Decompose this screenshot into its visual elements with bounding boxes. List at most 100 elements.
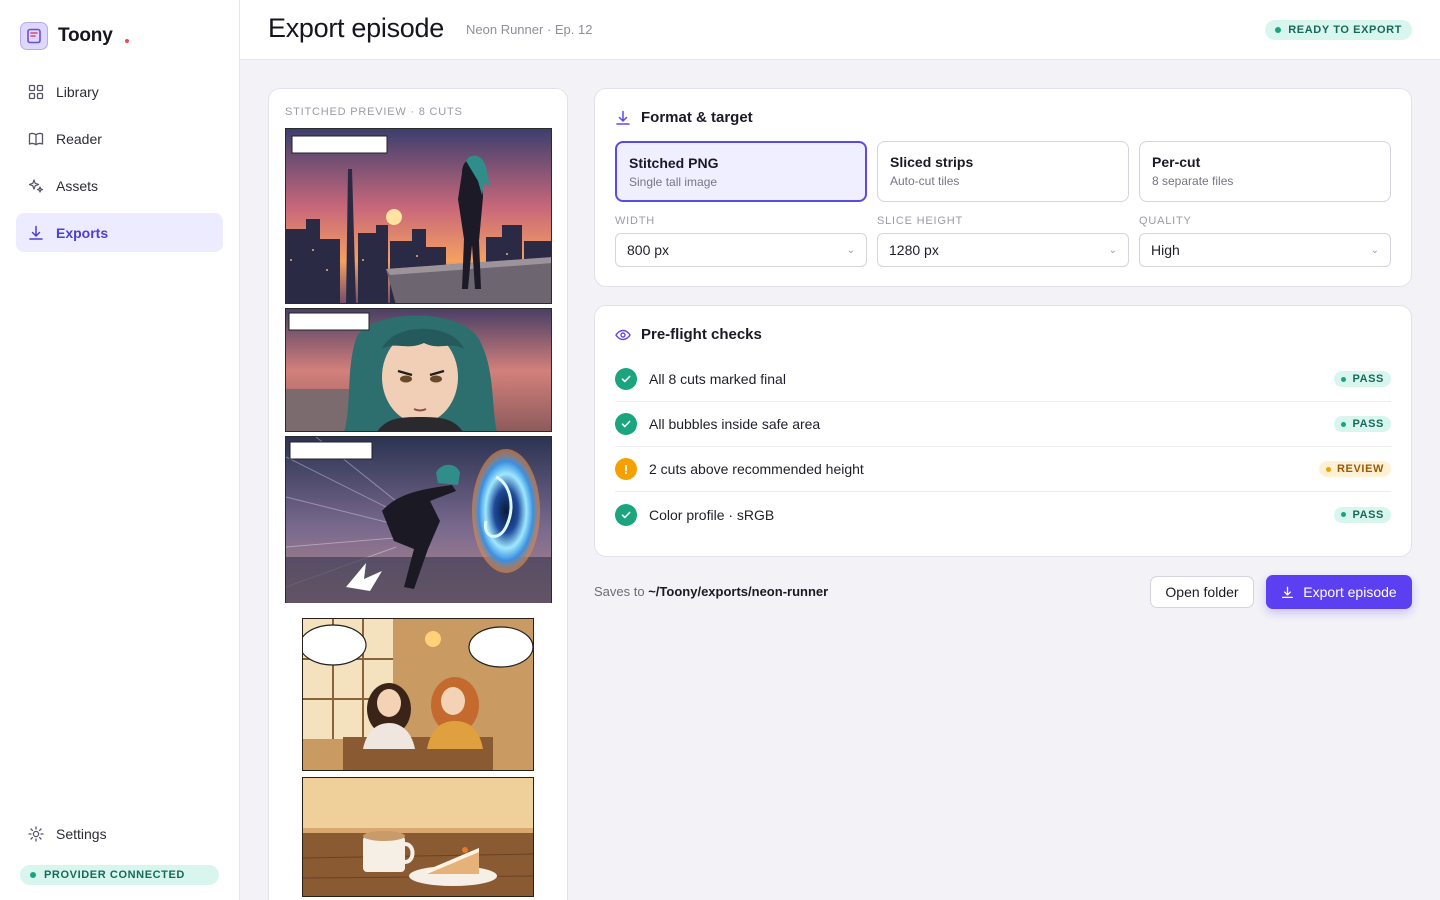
status-label: PASS	[1352, 373, 1384, 385]
export-episode-label: Export episode	[1303, 584, 1397, 600]
main-nav: Library Reader Assets Exports	[16, 72, 223, 260]
export-status-badge: READY TO EXPORT	[1265, 20, 1412, 40]
format-option-title: Sliced strips	[890, 154, 974, 170]
warning-icon: !	[615, 458, 637, 480]
download-icon	[29, 225, 43, 240]
format-card-title: Format & target	[641, 109, 753, 126]
export-status-label: READY TO EXPORT	[1288, 24, 1402, 36]
sidebar-item-reader[interactable]: Reader	[16, 119, 223, 158]
brand-dot	[124, 39, 129, 43]
check-text: 2 cuts above recommended height	[649, 461, 864, 477]
sidebar-item-assets[interactable]: Assets	[16, 166, 223, 205]
chevron-down-icon: ⌄	[1108, 244, 1117, 256]
export-episode-button[interactable]: Export episode	[1266, 575, 1412, 609]
quality-value: High	[1151, 242, 1180, 258]
eye-icon	[615, 329, 631, 340]
format-option-title: Per-cut	[1152, 154, 1201, 170]
sidebar-item-label: Settings	[56, 825, 107, 842]
preview-cut-4[interactable]	[302, 618, 534, 771]
status-dot-icon	[1341, 512, 1347, 517]
width-label: WIDTH	[615, 215, 656, 227]
width-value: 800 px	[627, 242, 670, 258]
check-row: All bubbles inside safe area PASS	[615, 402, 1391, 447]
slice-height-value: 1280 px	[889, 242, 939, 258]
chevron-down-icon: ⌄	[846, 244, 855, 256]
sidebar-item-label: Reader	[56, 130, 102, 147]
save-location-prefix: Saves to	[594, 584, 645, 599]
status-dot-icon	[1326, 466, 1331, 472]
check-pass-icon	[615, 368, 637, 390]
slice-height-label: SLICE HEIGHT	[877, 215, 964, 227]
status-badge: PASS	[1334, 371, 1391, 387]
sidebar: Toony Library Reader Assets Exports Sett…	[0, 0, 240, 900]
download-icon	[1282, 586, 1294, 598]
preflight-card-title: Pre-flight checks	[641, 326, 762, 343]
provider-status-badge: PROVIDER CONNECTED	[20, 865, 219, 885]
slice-height-select[interactable]: 1280 px ⌄	[877, 233, 1129, 267]
format-option-stitched-png[interactable]: Stitched PNG Single tall image	[615, 141, 867, 202]
sidebar-item-label: Assets	[56, 177, 99, 194]
check-row: Color profile · sRGB PASS	[615, 492, 1391, 537]
format-target-card: Format & target Stitched PNG Single tall…	[594, 88, 1412, 287]
coffee-cake-illustration	[303, 778, 533, 896]
format-option-subtitle: Single tall image	[629, 175, 718, 189]
page-title: Export episode	[268, 13, 444, 43]
open-folder-button[interactable]: Open folder	[1150, 576, 1254, 608]
width-select[interactable]: 800 px ⌄	[615, 233, 867, 267]
status-dot-icon	[1275, 27, 1282, 33]
preview-cut-5[interactable]	[302, 777, 534, 897]
sidebar-item-settings[interactable]: Settings	[16, 814, 223, 853]
format-option-subtitle: 8 separate files	[1152, 174, 1234, 188]
preview-cut-group-cafe	[285, 603, 552, 900]
check-pass-icon	[615, 503, 637, 526]
sidebar-item-exports[interactable]: Exports	[16, 213, 223, 252]
save-location: Saves to ~/Toony/exports/neon-runner	[594, 584, 828, 599]
preview-label: STITCHED PREVIEW · 8 CUTS	[285, 106, 463, 118]
format-option-subtitle: Auto-cut tiles	[890, 174, 960, 188]
stitched-preview[interactable]: STITCHED PREVIEW · 8 CUTS	[268, 88, 568, 900]
episode-subtitle: Neon Runner · Ep. 12	[466, 22, 593, 37]
format-option-per-cut[interactable]: Per-cut 8 separate files	[1139, 141, 1391, 202]
toony-logo-icon	[20, 22, 48, 50]
check-row: All 8 cuts marked final PASS	[615, 357, 1391, 402]
provider-status-label: PROVIDER CONNECTED	[44, 869, 185, 881]
format-option-title: Stitched PNG	[629, 155, 719, 171]
preview-cut-3[interactable]	[285, 436, 552, 604]
check-row: ! 2 cuts above recommended height REVIEW	[615, 447, 1391, 492]
chevron-down-icon: ⌄	[1370, 244, 1379, 256]
book-icon	[28, 132, 44, 145]
gear-icon	[28, 825, 44, 842]
sidebar-item-label: Exports	[56, 224, 109, 241]
brand[interactable]: Toony	[20, 22, 129, 50]
check-text: Color profile · sRGB	[649, 506, 775, 523]
status-dot-icon	[1341, 421, 1347, 427]
sidebar-item-library[interactable]: Library	[16, 72, 223, 111]
preview-cut-2[interactable]	[285, 308, 552, 432]
check-text: All bubbles inside safe area	[649, 416, 821, 432]
preview-cut-1[interactable]	[285, 128, 552, 304]
preflight-checks-card: Pre-flight checks All 8 cuts marked fina…	[594, 305, 1412, 557]
status-dot-icon	[1341, 376, 1347, 382]
sidebar-item-label: Library	[56, 83, 99, 100]
city-sunset-illustration	[286, 129, 551, 303]
cafe-conversation-illustration	[303, 619, 533, 770]
quality-select[interactable]: High ⌄	[1139, 233, 1391, 267]
download-icon	[616, 110, 630, 125]
quality-label: QUALITY	[1139, 215, 1192, 227]
check-text: All 8 cuts marked final	[649, 371, 786, 387]
app-name: Toony	[58, 25, 113, 46]
status-badge: PASS	[1334, 506, 1391, 523]
preflight-card-header: Pre-flight checks	[615, 326, 762, 343]
save-location-path: ~/Toony/exports/neon-runner	[648, 584, 829, 599]
format-option-sliced-strips[interactable]: Sliced strips Auto-cut tiles	[877, 141, 1129, 202]
format-card-header: Format & target	[615, 109, 753, 126]
action-portal-illustration	[286, 437, 551, 603]
check-pass-icon	[615, 413, 637, 435]
status-label: REVIEW	[1337, 463, 1384, 475]
settings-section: Settings	[16, 814, 223, 861]
open-folder-label: Open folder	[1165, 584, 1239, 600]
character-closeup-illustration	[286, 309, 551, 431]
sparkle-icon	[28, 178, 44, 193]
page-header: Export episode Neon Runner · Ep. 12 READ…	[240, 0, 1440, 60]
status-label: PASS	[1352, 508, 1384, 521]
